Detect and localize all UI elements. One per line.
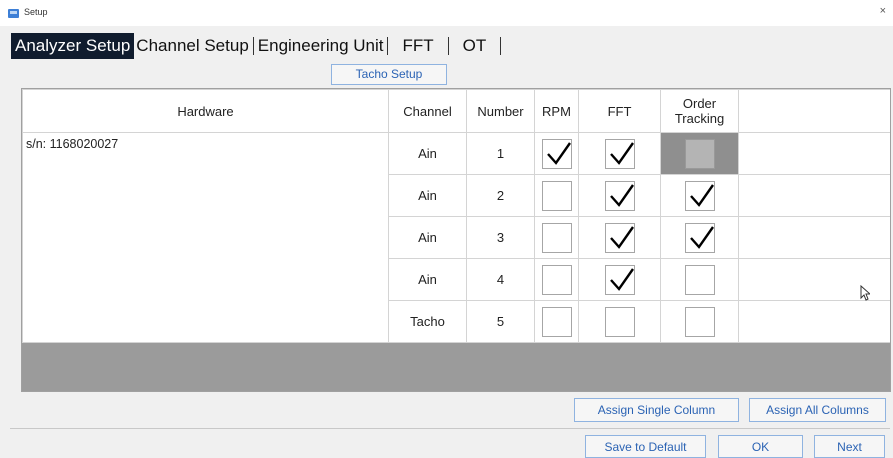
fft-cell bbox=[578, 132, 661, 175]
rpm-cell bbox=[534, 300, 579, 343]
checkmark-icon bbox=[609, 183, 634, 207]
order-tracking-cell bbox=[660, 216, 739, 259]
title-bar: Setup × bbox=[0, 0, 893, 26]
blank-cell bbox=[738, 300, 890, 343]
fft-checkbox-2[interactable] bbox=[604, 180, 635, 211]
tab-ot[interactable]: OT bbox=[451, 33, 499, 59]
number-cell: 2 bbox=[466, 174, 535, 217]
rpm-cell bbox=[534, 132, 579, 175]
window-title: Setup bbox=[24, 7, 48, 17]
number-cell: 3 bbox=[466, 216, 535, 259]
fft-checkbox-4[interactable] bbox=[604, 264, 635, 295]
hardware-table: Hardware Channel Number RPM FFT Order Tr… bbox=[21, 88, 891, 392]
table-row: s/n: 1168020027 Ain 1 bbox=[22, 132, 890, 343]
checkmark-icon bbox=[609, 141, 634, 165]
fft-checkbox-5[interactable] bbox=[604, 306, 635, 337]
table-footer-band bbox=[22, 343, 890, 391]
rpm-checkbox-1[interactable] bbox=[541, 138, 572, 169]
col-header-blank bbox=[738, 89, 890, 133]
tab-channel-setup[interactable]: Channel Setup bbox=[134, 33, 250, 59]
checkmark-icon bbox=[609, 267, 634, 291]
rpm-cell bbox=[534, 258, 579, 301]
channel-cell: Ain bbox=[388, 132, 467, 175]
col-header-fft[interactable]: FFT bbox=[578, 89, 661, 133]
fft-cell bbox=[578, 258, 661, 301]
order-tracking-cell bbox=[660, 258, 739, 301]
order-tracking-line1: Order bbox=[682, 96, 717, 111]
rpm-checkbox-2[interactable] bbox=[541, 180, 572, 211]
col-header-rpm[interactable]: RPM bbox=[534, 89, 579, 133]
channel-cell: Ain bbox=[388, 258, 467, 301]
save-to-default-button[interactable]: Save to Default bbox=[585, 435, 706, 458]
next-button[interactable]: Next bbox=[814, 435, 885, 458]
col-header-hardware[interactable]: Hardware bbox=[22, 89, 389, 133]
fft-cell bbox=[578, 174, 661, 217]
checkmark-icon bbox=[546, 141, 571, 165]
number-cell: 1 bbox=[466, 132, 535, 175]
rpm-cell bbox=[534, 216, 579, 259]
fft-checkbox-1[interactable] bbox=[604, 138, 635, 169]
tab-separator bbox=[500, 37, 502, 55]
checkmark-icon bbox=[689, 225, 714, 249]
table-header-row: Hardware Channel Number RPM FFT Order Tr… bbox=[22, 89, 890, 133]
hardware-serial: s/n: 1168020027 bbox=[26, 137, 119, 151]
tab-analyzer-setup[interactable]: Analyzer Setup bbox=[11, 33, 135, 59]
number-cell: 5 bbox=[466, 300, 535, 343]
order-tracking-checkbox-4[interactable] bbox=[684, 264, 715, 295]
tab-separator bbox=[447, 37, 449, 55]
rpm-checkbox-5[interactable] bbox=[541, 306, 572, 337]
ok-button[interactable]: OK bbox=[718, 435, 803, 458]
tab-separator bbox=[252, 37, 254, 55]
app-icon bbox=[8, 9, 19, 18]
channel-cell: Ain bbox=[388, 174, 467, 217]
order-tracking-checkbox-5[interactable] bbox=[684, 306, 715, 337]
rpm-checkbox-4[interactable] bbox=[541, 264, 572, 295]
fft-cell bbox=[578, 216, 661, 259]
assign-single-column-button[interactable]: Assign Single Column bbox=[574, 398, 739, 422]
fft-cell bbox=[578, 300, 661, 343]
channel-cell: Ain bbox=[388, 216, 467, 259]
col-header-number[interactable]: Number bbox=[466, 89, 535, 133]
fft-checkbox-3[interactable] bbox=[604, 222, 635, 253]
order-tracking-checkbox-3[interactable] bbox=[684, 222, 715, 253]
order-tracking-cell bbox=[660, 300, 739, 343]
blank-cell bbox=[738, 174, 890, 217]
order-tracking-line2: Tracking bbox=[674, 111, 725, 126]
tab-separator bbox=[387, 37, 389, 55]
order-tracking-checkbox-1 bbox=[684, 138, 715, 169]
checkmark-icon bbox=[609, 225, 634, 249]
blank-cell bbox=[738, 216, 890, 259]
assign-all-columns-button[interactable]: Assign All Columns bbox=[749, 398, 886, 422]
number-cell: 4 bbox=[466, 258, 535, 301]
footer-divider bbox=[10, 428, 890, 429]
order-tracking-checkbox-2[interactable] bbox=[684, 180, 715, 211]
channel-cell: Tacho bbox=[388, 300, 467, 343]
rpm-cell bbox=[534, 174, 579, 217]
tacho-setup-button[interactable]: Tacho Setup bbox=[331, 64, 447, 85]
mouse-pointer-icon bbox=[860, 285, 870, 301]
tab-fft[interactable]: FFT bbox=[390, 33, 445, 59]
close-icon[interactable]: × bbox=[880, 5, 886, 17]
col-header-order-tracking[interactable]: Order Tracking bbox=[660, 89, 739, 133]
tab-bar: Analyzer Setup Channel Setup Engineering… bbox=[11, 33, 503, 59]
col-header-channel[interactable]: Channel bbox=[388, 89, 467, 133]
tab-engineering-unit[interactable]: Engineering Unit bbox=[256, 33, 386, 59]
order-tracking-cell bbox=[660, 174, 739, 217]
hardware-cell: s/n: 1168020027 bbox=[22, 132, 389, 343]
rpm-checkbox-3[interactable] bbox=[541, 222, 572, 253]
checkmark-icon bbox=[689, 183, 714, 207]
blank-cell bbox=[738, 132, 890, 175]
order-tracking-cell bbox=[660, 132, 739, 175]
